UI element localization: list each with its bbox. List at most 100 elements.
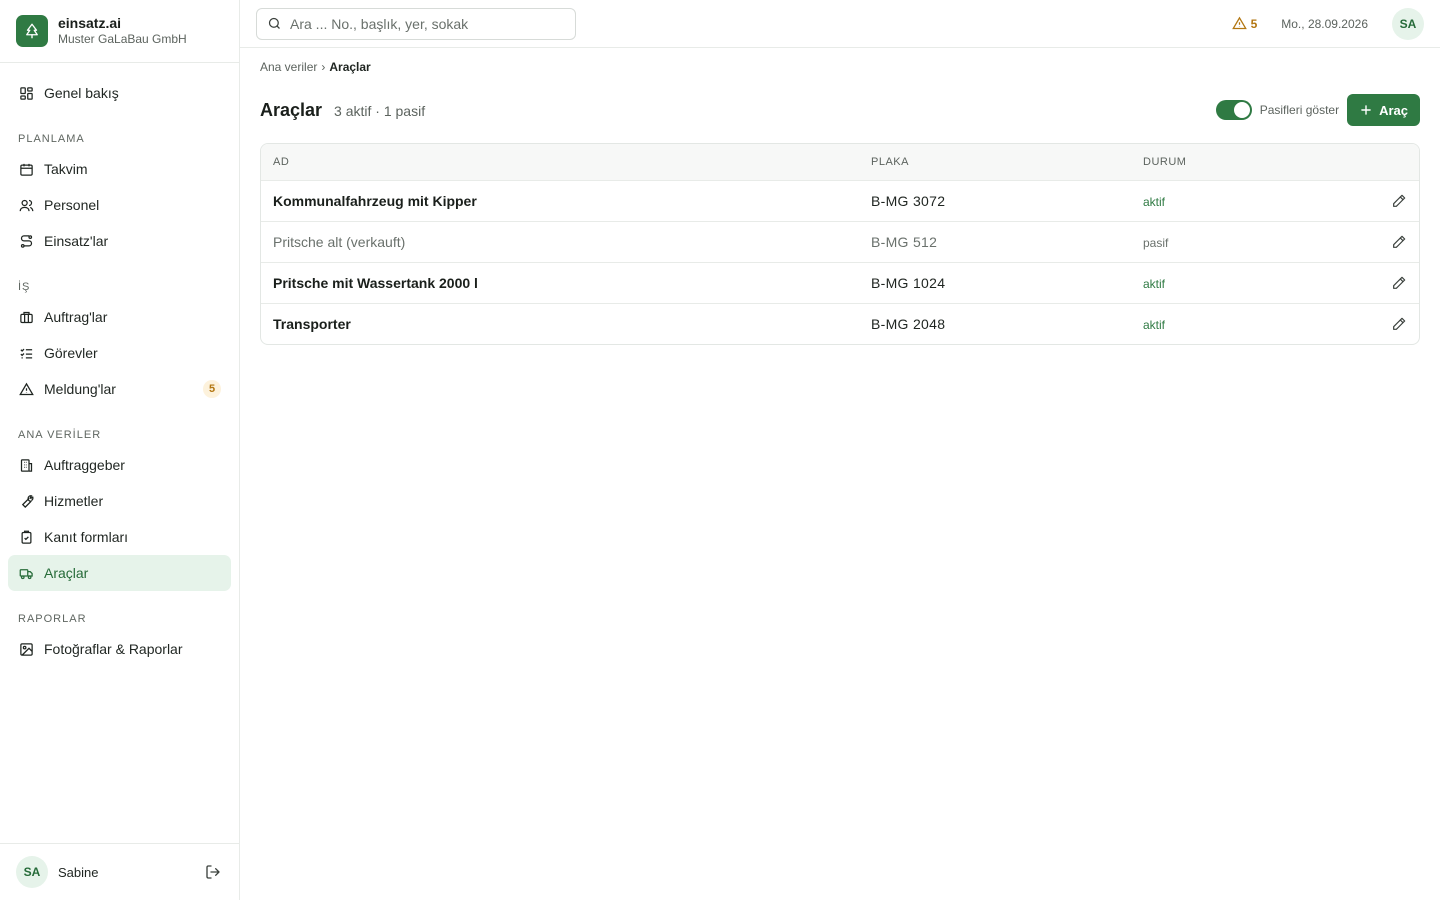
- sidebar-item-clients[interactable]: Auftraggeber: [8, 447, 231, 483]
- calendar-icon: [18, 161, 34, 177]
- image-icon: [18, 641, 34, 657]
- table-header: AD PLAKA DURUM: [261, 144, 1419, 180]
- sidebar-item-orders[interactable]: Auftrag'lar: [8, 299, 231, 335]
- edit-button[interactable]: [1389, 191, 1409, 211]
- vehicle-name: Transporter: [273, 316, 351, 332]
- building-icon: [18, 457, 34, 473]
- header-plate: PLAKA: [871, 156, 909, 168]
- vehicle-name: Pritsche mit Wassertank 2000 l: [273, 275, 478, 291]
- brand-logo-icon: [16, 15, 48, 47]
- sidebar-item-label: Auftraggeber: [44, 457, 125, 473]
- page-title: Araçlar: [260, 99, 323, 120]
- status-badge: pasif: [1143, 236, 1169, 250]
- section-label-reports: RAPORLAR: [18, 613, 87, 625]
- breadcrumb-current: Araçlar: [329, 60, 371, 74]
- warning-icon: [18, 381, 34, 397]
- brand-company: Muster GaLaBau GmbH: [58, 32, 187, 47]
- truck-icon: [18, 565, 34, 581]
- show-passive-toggle[interactable]: [1215, 100, 1252, 120]
- search-input[interactable]: [290, 15, 565, 32]
- vehicle-plate: B-MG 3072: [871, 193, 946, 209]
- section-label-planning: PLANLAMA: [18, 133, 85, 145]
- sidebar-footer: SA Sabine: [0, 843, 239, 900]
- section-label-work: İŞ: [18, 281, 31, 293]
- grid-icon: [18, 85, 34, 101]
- sidebar: einsatz.ai Muster GaLaBau GmbH Genel bak…: [0, 0, 240, 900]
- sidebar-item-label: Einsatz'lar: [44, 233, 109, 249]
- sidebar-item-vehicles[interactable]: Araçlar: [8, 555, 231, 591]
- breadcrumb-parent[interactable]: Ana veriler: [260, 60, 317, 74]
- route-icon: [18, 233, 34, 249]
- logout-button[interactable]: [203, 862, 223, 882]
- sidebar-item-services[interactable]: Hizmetler: [8, 483, 231, 519]
- sidebar-item-label: Personel: [44, 197, 100, 213]
- show-passive-label: Pasifleri göster: [1259, 103, 1340, 117]
- search-box[interactable]: [256, 7, 576, 40]
- status-badge: aktif: [1143, 195, 1166, 209]
- sidebar-item-label: Genel bakış: [44, 85, 119, 101]
- header-status: DURUM: [1143, 156, 1187, 168]
- sidebar-item-label: Araçlar: [44, 565, 89, 581]
- pencil-icon: [1393, 235, 1406, 248]
- search-icon: [268, 17, 280, 29]
- issues-count-badge: 5: [203, 380, 221, 398]
- sidebar-item-label: Takvim: [44, 161, 88, 177]
- sidebar-item-photos-reports[interactable]: Fotoğraflar & Raporlar: [8, 631, 231, 667]
- sidebar-item-calendar[interactable]: Takvim: [8, 151, 231, 187]
- vehicle-name: Kommunalfahrzeug mit Kipper: [273, 193, 477, 209]
- section-label-master-data: ANA VERİLER: [18, 429, 102, 441]
- table-row[interactable]: Pritsche alt (verkauft) B-MG 512 pasif: [261, 221, 1419, 262]
- current-date: Mo., 28.09.2026: [1281, 16, 1368, 31]
- status-badge: aktif: [1143, 318, 1166, 332]
- wrench-icon: [18, 493, 34, 509]
- edit-button[interactable]: [1389, 273, 1409, 293]
- pencil-icon: [1393, 317, 1406, 330]
- alerts-indicator[interactable]: 5: [1231, 16, 1258, 31]
- sidebar-item-overview[interactable]: Genel bakış: [8, 75, 231, 111]
- brand-name: einsatz.ai: [58, 15, 122, 32]
- sidebar-item-label: Kanıt formları: [44, 529, 129, 545]
- vehicle-plate: B-MG 2048: [871, 316, 946, 332]
- users-icon: [18, 197, 34, 213]
- breadcrumb-separator: ›: [321, 60, 326, 74]
- header-avatar[interactable]: SA: [1392, 7, 1424, 40]
- table-row[interactable]: Pritsche mit Wassertank 2000 l B-MG 1024…: [261, 262, 1419, 303]
- user-avatar: SA: [16, 856, 48, 888]
- page-header: Araçlar 3 aktif · 1 pasif Pasifleri göst…: [260, 94, 1420, 126]
- status-badge: aktif: [1143, 277, 1166, 291]
- vehicle-plate: B-MG 512: [871, 234, 938, 250]
- sidebar-item-assignments[interactable]: Einsatz'lar: [8, 223, 231, 259]
- sidebar-item-staff[interactable]: Personel: [8, 187, 231, 223]
- header-name: AD: [273, 156, 290, 168]
- edit-button[interactable]: [1389, 314, 1409, 334]
- brand: einsatz.ai Muster GaLaBau GmbH: [0, 0, 239, 63]
- add-vehicle-button[interactable]: Araç: [1347, 94, 1420, 126]
- warning-icon: [1231, 16, 1247, 30]
- sidebar-nav: Genel bakış PLANLAMA Takvim Personel Ein…: [0, 63, 239, 667]
- pencil-icon: [1393, 276, 1406, 289]
- sidebar-item-issues[interactable]: Meldung'lar 5: [8, 371, 231, 407]
- topbar: 5 Mo., 28.09.2026 SA: [240, 0, 1440, 48]
- alerts-count: 5: [1250, 16, 1258, 31]
- vehicle-name: Pritsche alt (verkauft): [273, 234, 406, 250]
- briefcase-icon: [18, 309, 34, 325]
- sidebar-item-proof-forms[interactable]: Kanıt formları: [8, 519, 231, 555]
- edit-button[interactable]: [1389, 232, 1409, 252]
- logout-icon: [206, 865, 220, 879]
- sidebar-item-label: Auftrag'lar: [44, 309, 108, 325]
- table-row[interactable]: Transporter B-MG 2048 aktif: [261, 303, 1419, 344]
- main-content: Ana veriler › Araçlar Araçlar 3 aktif · …: [260, 48, 1420, 345]
- clipboard-check-icon: [18, 529, 34, 545]
- plus-icon: [1361, 105, 1371, 115]
- sidebar-item-label: Hizmetler: [44, 493, 104, 509]
- page-subtitle: 3 aktif · 1 pasif: [334, 103, 426, 119]
- table-row[interactable]: Kommunalfahrzeug mit Kipper B-MG 3072 ak…: [261, 180, 1419, 221]
- sidebar-item-label: Görevler: [44, 345, 98, 361]
- sidebar-item-label: Fotoğraflar & Raporlar: [44, 641, 183, 657]
- vehicle-plate: B-MG 1024: [871, 275, 946, 291]
- pencil-icon: [1393, 194, 1406, 207]
- checklist-icon: [18, 345, 34, 361]
- sidebar-item-tasks[interactable]: Görevler: [8, 335, 231, 371]
- sidebar-item-label: Meldung'lar: [44, 381, 116, 397]
- breadcrumb: Ana veriler › Araçlar: [260, 60, 1420, 74]
